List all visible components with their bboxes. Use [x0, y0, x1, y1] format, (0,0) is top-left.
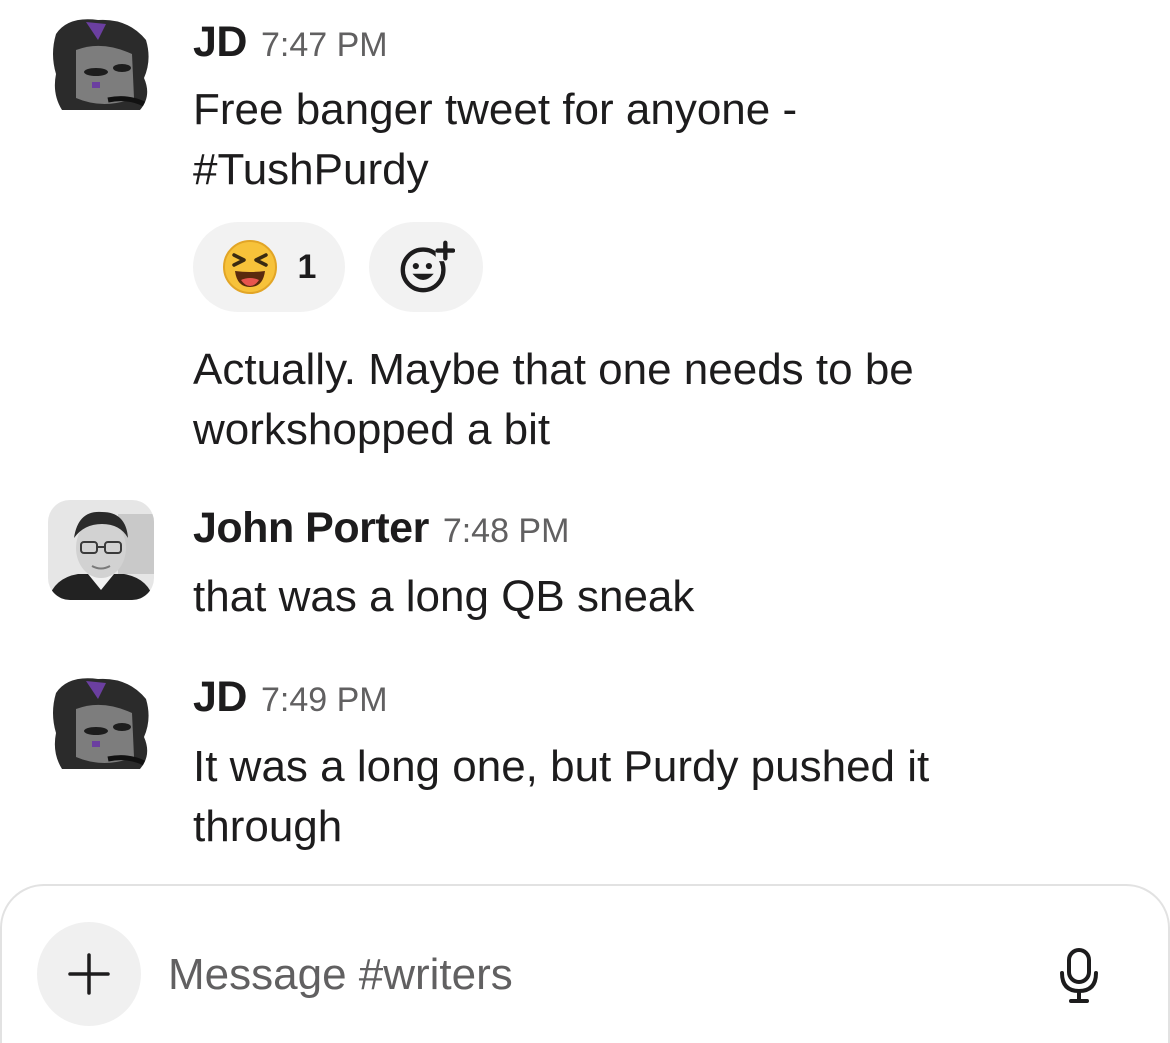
message-line: through [193, 802, 343, 851]
message-line: that was a long QB sneak [193, 572, 695, 621]
message-header: JD 7:47 PM [193, 18, 388, 66]
avatar-jd[interactable] [48, 14, 154, 114]
add-emoji-icon [400, 239, 455, 293]
message-line: It was a long one, but Purdy pushed it [193, 742, 930, 791]
timestamp[interactable]: 7:49 PM [261, 681, 388, 720]
message-text: Actually. Maybe that one needs to be wor… [193, 340, 1093, 460]
avatar-jd[interactable] [48, 673, 154, 773]
add-reaction-button[interactable] [369, 222, 483, 312]
author-name[interactable]: JD [193, 673, 247, 722]
laughing-squinting-face-icon [222, 240, 277, 294]
jd-avatar-image [48, 14, 154, 114]
john-porter-avatar-image [48, 500, 154, 600]
attach-button[interactable] [37, 922, 141, 1026]
microphone-button[interactable] [1048, 940, 1110, 1010]
author-name[interactable]: John Porter [193, 504, 429, 553]
message-text: It was a long one, but Purdy pushed it t… [193, 737, 1093, 857]
message-text: Free banger tweet for anyone - #TushPurd… [193, 80, 1093, 200]
message-header: John Porter 7:48 PM [193, 504, 569, 552]
message-input[interactable] [168, 940, 1028, 1010]
message-line: Actually. Maybe that one needs to be [193, 345, 914, 394]
message-line: Free banger tweet for anyone - [193, 85, 798, 134]
author-name[interactable]: JD [193, 18, 247, 67]
jd-avatar-image [48, 673, 154, 773]
reaction-count: 1 [297, 247, 317, 286]
chat-screen: JD 7:47 PM Free banger tweet for anyone … [0, 0, 1170, 1043]
plus-icon [68, 953, 110, 995]
timestamp[interactable]: 7:48 PM [443, 512, 570, 551]
message-header: JD 7:49 PM [193, 673, 388, 721]
message-line: #TushPurdy [193, 145, 429, 194]
microphone-icon [1060, 948, 1098, 1003]
timestamp[interactable]: 7:47 PM [261, 26, 388, 65]
avatar-john-porter[interactable] [48, 500, 154, 600]
message-text: that was a long QB sneak [193, 567, 1093, 627]
reaction-pill[interactable]: 1 [193, 222, 345, 312]
message-line: workshopped a bit [193, 405, 551, 454]
